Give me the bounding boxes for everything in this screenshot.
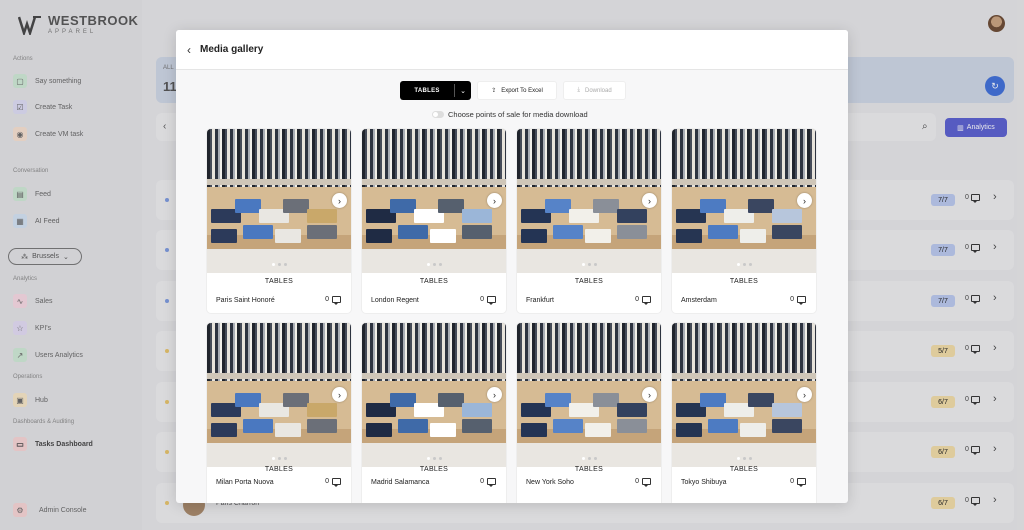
chevron-right-icon[interactable]: › — [487, 193, 502, 208]
comment-icon — [642, 478, 651, 487]
store-name: New York Soho — [526, 479, 574, 486]
card-category: TABLES — [419, 466, 449, 473]
carousel-dots — [207, 263, 351, 266]
media-card[interactable]: › TABLES Paris Saint Honoré 0 — [207, 129, 351, 313]
carousel-dots — [207, 457, 351, 460]
upload-icon: ⇪ — [491, 88, 497, 94]
card-category: TABLES — [264, 278, 294, 285]
media-card[interactable]: › TABLES Milan Porta Nuova 0 — [207, 323, 351, 503]
chevron-right-icon[interactable]: › — [642, 193, 657, 208]
carousel-dots — [517, 457, 661, 460]
comment-count[interactable]: 0 — [325, 296, 341, 305]
comment-count[interactable]: 0 — [635, 296, 651, 305]
chevron-right-icon[interactable]: › — [797, 387, 812, 402]
media-card[interactable]: › TABLES Amsterdam 0 — [672, 129, 816, 313]
card-category: TABLES — [574, 466, 604, 473]
carousel-dots — [672, 457, 816, 460]
media-card[interactable]: › TABLES Madrid Salamanca 0 — [362, 323, 506, 503]
comment-count[interactable]: 0 — [325, 478, 341, 487]
modal-title: Media gallery — [200, 44, 264, 55]
download-icon: ⤓ — [577, 87, 580, 93]
comment-count[interactable]: 0 — [480, 478, 496, 487]
comment-count[interactable]: 0 — [480, 296, 496, 305]
media-photo[interactable]: › — [207, 129, 351, 273]
card-category: TABLES — [574, 278, 604, 285]
store-name: Paris Saint Honoré — [216, 297, 275, 304]
comment-icon — [487, 296, 496, 305]
card-category: TABLES — [264, 466, 294, 473]
media-photo[interactable]: › — [207, 323, 351, 467]
store-name: Amsterdam — [681, 297, 717, 304]
comment-icon — [797, 296, 806, 305]
comment-count[interactable]: 0 — [790, 296, 806, 305]
media-photo[interactable]: › — [517, 323, 661, 467]
store-name: Madrid Salamanca — [371, 479, 430, 486]
chevron-right-icon[interactable]: › — [332, 193, 347, 208]
media-photo[interactable]: › — [517, 129, 661, 273]
store-name: London Regent — [371, 297, 419, 304]
media-gallery-modal: ‹ Media gallery TABLES ⌄ ⇪ Export To Exc… — [176, 30, 848, 503]
card-category: TABLES — [729, 466, 759, 473]
chevron-right-icon[interactable]: › — [332, 387, 347, 402]
chevron-right-icon[interactable]: › — [487, 387, 502, 402]
media-download-toggle[interactable] — [432, 111, 444, 118]
comment-count[interactable]: 0 — [790, 478, 806, 487]
carousel-dots — [672, 263, 816, 266]
media-card[interactable]: › TABLES London Regent 0 — [362, 129, 506, 313]
back-arrow-icon[interactable]: ‹ — [187, 43, 191, 57]
download-button[interactable]: ⤓ Download — [563, 81, 626, 100]
chevron-right-icon[interactable]: › — [797, 193, 812, 208]
comment-icon — [332, 296, 341, 305]
media-photo[interactable]: › — [672, 323, 816, 467]
media-grid: › TABLES Paris Saint Honoré 0 › TABLES London … — [207, 129, 816, 503]
comment-icon — [797, 478, 806, 487]
store-name: Milan Porta Nuova — [216, 479, 274, 486]
store-name: Tokyo Shibuya — [681, 479, 727, 486]
card-category: TABLES — [729, 278, 759, 285]
media-card[interactable]: › TABLES New York Soho 0 — [517, 323, 661, 503]
modal-header: ‹ Media gallery — [176, 30, 848, 70]
media-card[interactable]: › TABLES Frankfurt 0 — [517, 129, 661, 313]
card-category: TABLES — [419, 278, 449, 285]
store-name: Frankfurt — [526, 297, 555, 304]
media-download-toggle-row: Choose points of sale for media download — [432, 110, 588, 119]
media-photo[interactable]: › — [362, 323, 506, 467]
carousel-dots — [517, 263, 661, 266]
comment-icon — [332, 478, 341, 487]
chevron-right-icon[interactable]: › — [642, 387, 657, 402]
carousel-dots — [362, 263, 506, 266]
comment-icon — [642, 296, 651, 305]
media-card[interactable]: › TABLES Tokyo Shibuya 0 — [672, 323, 816, 503]
media-photo[interactable]: › — [362, 129, 506, 273]
gallery-toolbar: TABLES ⌄ ⇪ Export To Excel ⤓ Download — [400, 81, 626, 100]
media-photo[interactable]: › — [672, 129, 816, 273]
export-excel-button[interactable]: ⇪ Export To Excel — [477, 81, 557, 100]
chevron-down-icon: ⌄ — [460, 87, 466, 95]
comment-icon — [487, 478, 496, 487]
carousel-dots — [362, 457, 506, 460]
category-select[interactable]: TABLES ⌄ — [400, 81, 471, 100]
comment-count[interactable]: 0 — [635, 478, 651, 487]
